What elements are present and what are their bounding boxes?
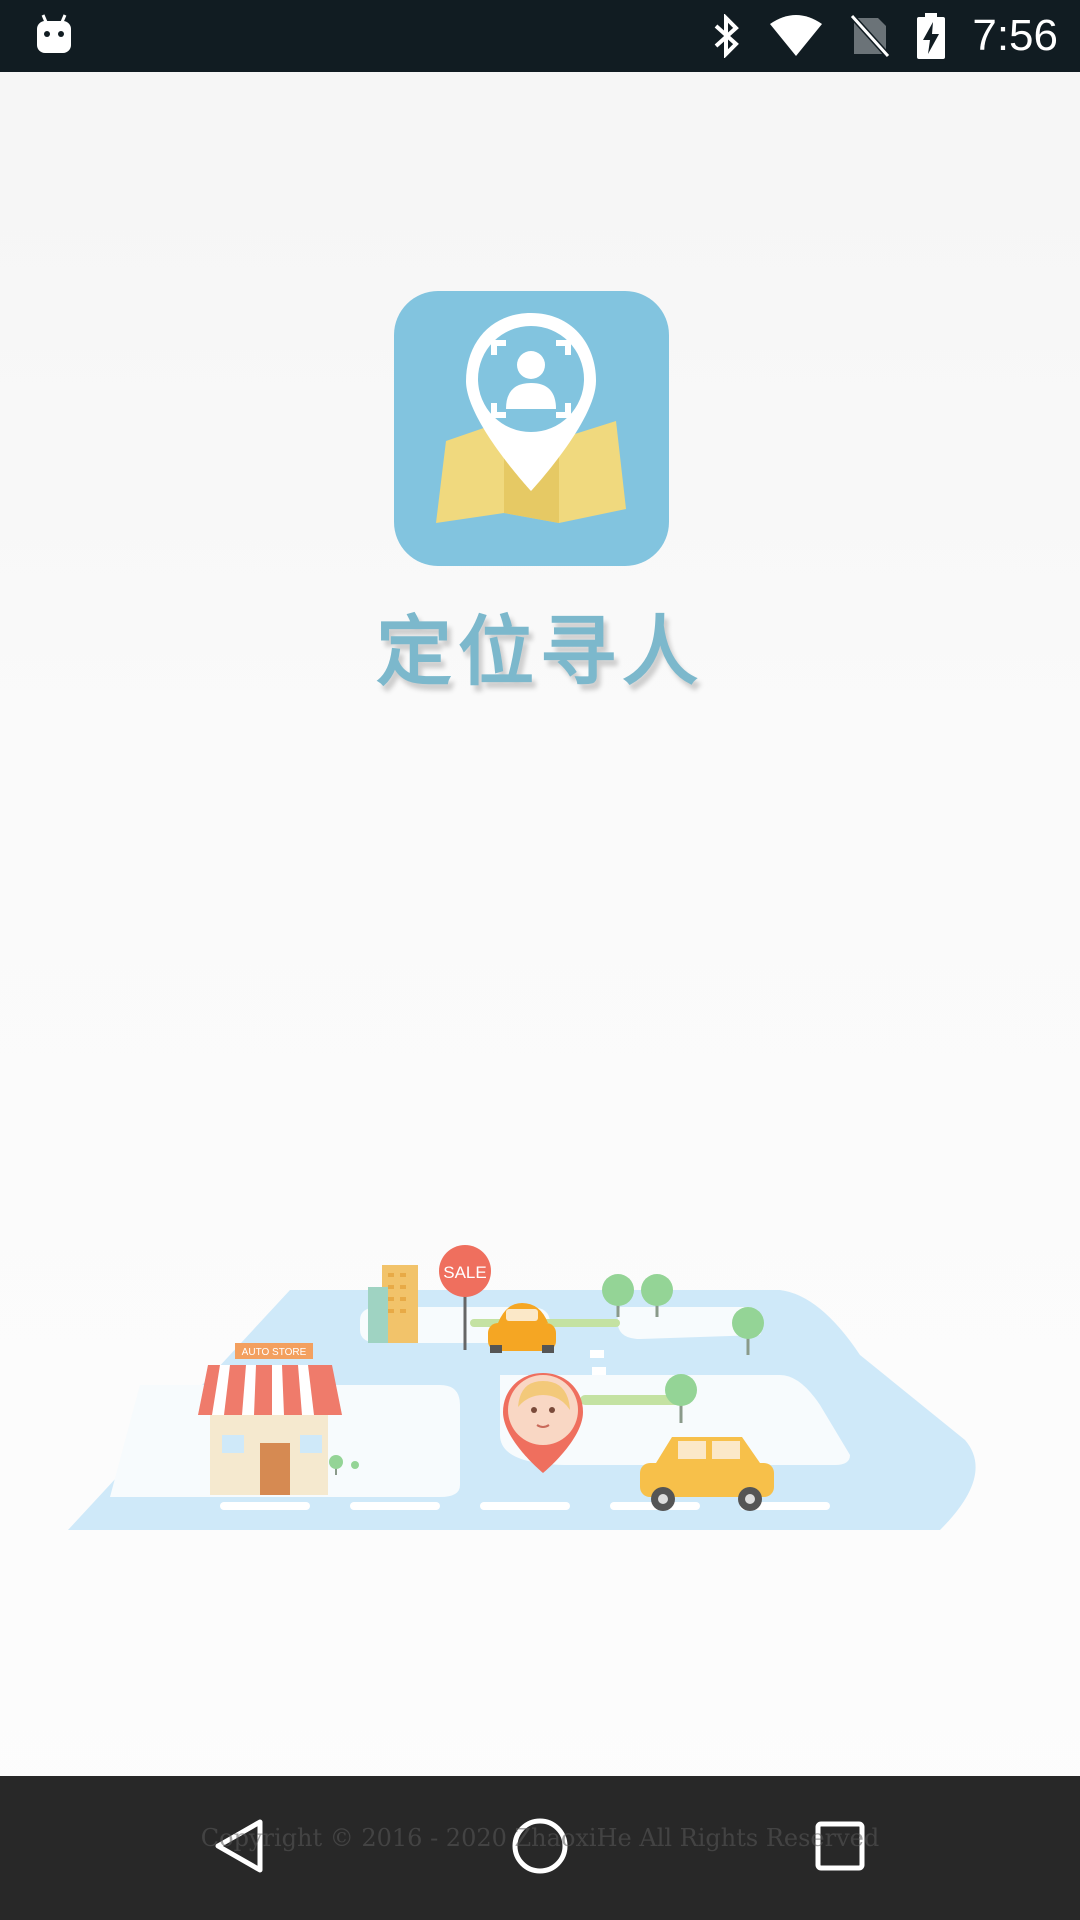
app-title: 定位寻人	[376, 607, 704, 696]
store-sign-text: AUTO STORE	[242, 1347, 307, 1358]
no-sim-icon	[850, 14, 891, 58]
sale-sign-text: SALE	[443, 1263, 486, 1282]
bluetooth-icon	[712, 14, 742, 58]
android-notification-icon	[34, 12, 74, 56]
status-bar: 7:56	[0, 0, 1080, 72]
battery-charging-icon	[916, 12, 946, 60]
app-logo-icon	[394, 291, 669, 566]
status-time: 7:56	[972, 11, 1058, 60]
map-illustration: SALE AUTO STORE	[68, 1245, 976, 1530]
copyright-text: Copyright © 2016 - 2020 ZhaoxiHe All Rig…	[200, 1824, 880, 1852]
splash-screen: 7:56 定位寻人 SALE AUTO STORE Copyright © 20…	[0, 0, 1080, 1920]
wifi-icon	[768, 14, 824, 58]
